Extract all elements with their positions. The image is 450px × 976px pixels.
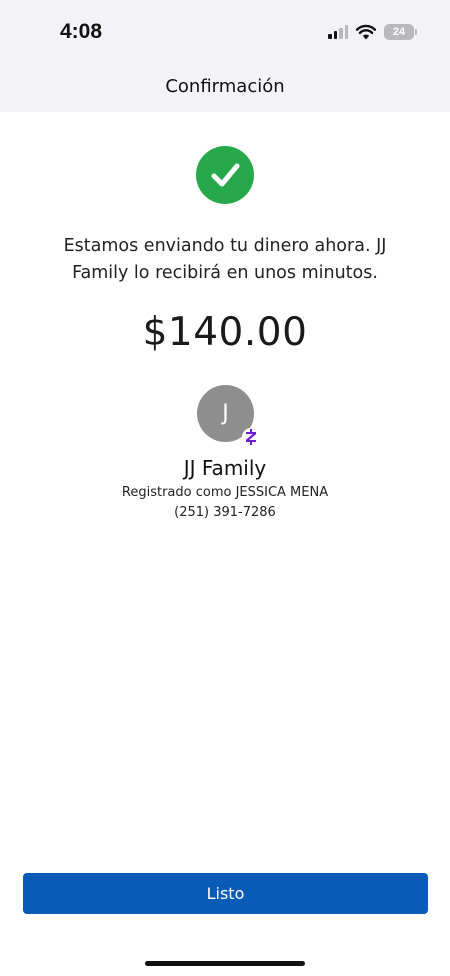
confirmation-screen: 4:08 24 Confirmación Estamos enviando tu [0, 0, 450, 976]
amount: $140.00 [142, 310, 308, 355]
recipient-name: JJ Family [183, 456, 267, 480]
confirmation-message: Estamos enviando tu dinero ahora. JJ Fam… [63, 236, 387, 283]
battery-level: 24 [392, 26, 406, 38]
done-button[interactable]: Listo [23, 873, 428, 914]
home-indicator[interactable] [145, 961, 305, 966]
recipient-phone: (251) 391-7286 [174, 505, 276, 520]
zelle-icon [242, 428, 260, 446]
registered-name: Registrado como JESSICA MENA [121, 485, 329, 500]
top-bar: 4:08 24 Confirmación [0, 0, 450, 112]
avatar-initial: J [222, 401, 229, 426]
status-time: 4:08 [60, 20, 103, 43]
status-icons: 24 [328, 24, 417, 40]
cellular-signal-icon [328, 25, 348, 39]
page-title: Confirmación [165, 76, 285, 97]
wifi-icon [356, 24, 376, 40]
battery-icon: 24 [384, 24, 417, 40]
check-circle-icon [196, 146, 254, 204]
